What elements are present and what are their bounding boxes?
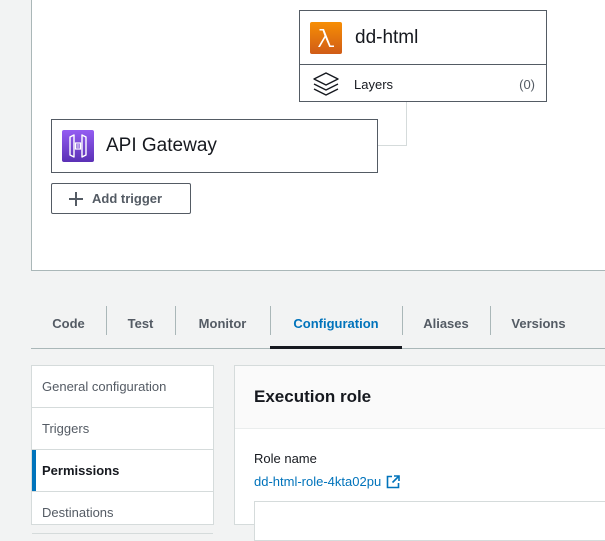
tab-label: Code — [52, 315, 85, 331]
nav-item-label: Triggers — [42, 421, 90, 436]
plus-icon — [68, 191, 84, 207]
api-gateway-icon — [62, 130, 94, 162]
external-link-icon — [386, 474, 400, 489]
tab-code[interactable]: Code — [31, 304, 106, 348]
role-details-box — [254, 501, 605, 541]
function-card[interactable]: dd-html Layers (0) — [299, 10, 547, 102]
nav-item-triggers[interactable]: Triggers — [32, 408, 213, 450]
tab-test[interactable]: Test — [106, 304, 175, 348]
trigger-name: API Gateway — [106, 135, 217, 156]
nav-item-label: General configuration — [42, 379, 167, 394]
role-name-link[interactable]: dd-html-role-4kta02pu — [254, 474, 400, 489]
function-name: dd-html — [355, 26, 419, 48]
role-name-label: Role name — [254, 451, 317, 466]
layers-count: (0) — [519, 76, 535, 92]
function-tabs: Code Test Monitor Configuration Aliases … — [31, 304, 605, 349]
tab-label: Configuration — [293, 315, 379, 331]
function-card-header[interactable]: dd-html — [300, 11, 546, 65]
add-trigger-button[interactable]: Add trigger — [51, 183, 191, 214]
trigger-connector-line — [378, 102, 407, 146]
section-title: Execution role — [254, 387, 372, 406]
role-name-value: dd-html-role-4kta02pu — [254, 474, 382, 489]
nav-item-label: Permissions — [42, 463, 120, 478]
tab-aliases[interactable]: Aliases — [402, 304, 490, 348]
tab-monitor[interactable]: Monitor — [175, 304, 270, 348]
tab-label: Test — [127, 315, 154, 331]
tab-label: Versions — [511, 315, 566, 331]
nav-item-permissions[interactable]: Permissions — [32, 450, 213, 492]
tab-configuration[interactable]: Configuration — [270, 304, 402, 349]
lambda-icon — [310, 21, 342, 54]
nav-item-destinations[interactable]: Destinations — [32, 492, 213, 534]
add-trigger-label: Add trigger — [92, 191, 163, 206]
tab-versions[interactable]: Versions — [490, 304, 587, 348]
tab-label: Aliases — [423, 315, 469, 331]
execution-role-header: Execution role — [235, 366, 605, 429]
tab-label: Monitor — [198, 315, 247, 331]
layers-label: Layers — [354, 76, 394, 92]
layers-row[interactable]: Layers (0) — [300, 65, 546, 103]
trigger-card-api-gateway[interactable]: API Gateway — [51, 119, 378, 173]
configuration-side-nav: General configuration Triggers Permissio… — [31, 365, 214, 534]
layers-icon — [312, 70, 340, 98]
nav-item-general-configuration[interactable]: General configuration — [32, 366, 213, 408]
execution-role-panel: Execution role Role name dd-html-role-4k… — [234, 365, 605, 541]
